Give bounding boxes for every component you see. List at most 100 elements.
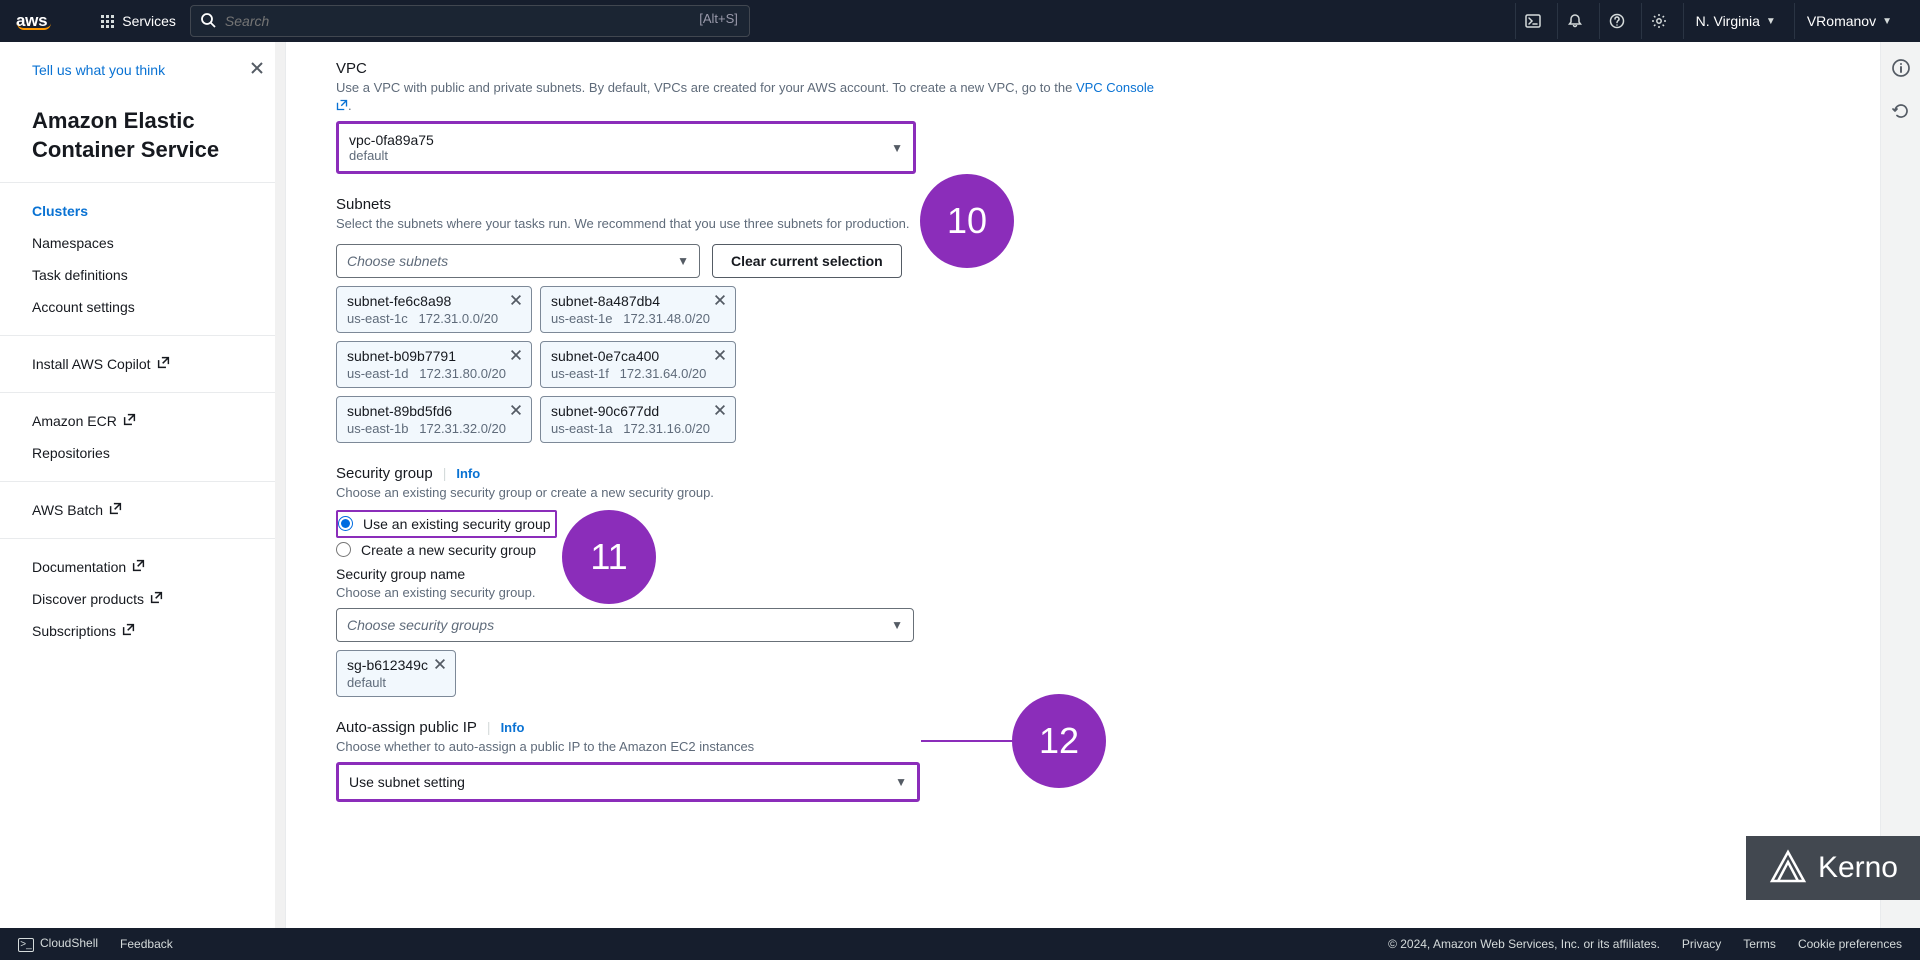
privacy-link[interactable]: Privacy — [1682, 937, 1721, 951]
vpc-select[interactable]: vpc-0fa89a75 default ▼ — [339, 124, 913, 171]
subnet-meta: us-east-1c 172.31.0.0/20 — [347, 311, 521, 326]
services-menu[interactable]: Services — [101, 13, 176, 29]
external-link-icon — [150, 591, 163, 607]
close-icon[interactable] — [249, 60, 265, 79]
chevron-down-icon: ▼ — [1882, 16, 1892, 27]
sg-placeholder: Choose security groups — [347, 617, 494, 633]
region-selector[interactable]: N. Virginia▼ — [1683, 3, 1788, 39]
subnet-id: subnet-0e7ca400 — [551, 348, 725, 364]
bell-icon[interactable] — [1557, 3, 1593, 39]
subnet-token: subnet-90c677ddus-east-1a 172.31.16.0/20 — [540, 396, 736, 443]
nav-label: Account settings — [32, 299, 135, 315]
cloudshell-icon: >_ — [18, 938, 34, 952]
sidebar-item[interactable]: Repositories — [0, 437, 285, 469]
right-tray — [1880, 42, 1920, 928]
subnet-id: subnet-fe6c8a98 — [347, 293, 521, 309]
sidebar-item[interactable]: Documentation — [0, 551, 285, 583]
cookies-link[interactable]: Cookie preferences — [1798, 937, 1902, 951]
remove-subnet-icon[interactable] — [509, 293, 523, 310]
search-icon — [200, 12, 216, 31]
sg-existing-radio[interactable]: Use an existing security group — [338, 512, 551, 536]
vpc-value: vpc-0fa89a75 — [349, 132, 434, 148]
sg-desc: Choose an existing security group or cre… — [336, 484, 1156, 502]
sidebar-item[interactable]: AWS Batch — [0, 494, 285, 526]
chevron-down-icon: ▼ — [677, 254, 689, 268]
sg-info-link[interactable]: Info — [456, 466, 480, 481]
subnets-desc: Select the subnets where your tasks run.… — [336, 215, 1156, 233]
user-menu[interactable]: VRomanov▼ — [1794, 3, 1904, 39]
subnets-label: Subnets — [336, 196, 1156, 213]
nav-label: Amazon ECR — [32, 413, 117, 429]
nav-label: Documentation — [32, 559, 126, 575]
help-icon[interactable] — [1599, 3, 1635, 39]
sg-select[interactable]: Choose security groups ▼ — [336, 608, 914, 642]
terms-link[interactable]: Terms — [1743, 937, 1776, 951]
clear-selection-button[interactable]: Clear current selection — [712, 244, 902, 278]
aws-logo[interactable]: aws — [16, 11, 83, 31]
subnet-id: subnet-89bd5fd6 — [347, 403, 521, 419]
sg-token: sg-b612349c default — [336, 650, 456, 697]
info-icon[interactable] — [1891, 58, 1911, 81]
kerno-brand: Kerno — [1746, 836, 1920, 900]
external-link-icon — [122, 623, 135, 639]
nav-label: AWS Batch — [32, 502, 103, 518]
subnet-id: subnet-8a487db4 — [551, 293, 725, 309]
remove-subnet-icon[interactable] — [713, 403, 727, 420]
external-link-icon — [157, 356, 170, 372]
subnet-placeholder: Choose subnets — [347, 253, 448, 269]
autoip-label: Auto-assign public IP — [336, 719, 477, 736]
nav-label: Install AWS Copilot — [32, 356, 151, 372]
sidebar-item[interactable]: Account settings — [0, 291, 285, 323]
remove-subnet-icon[interactable] — [509, 403, 523, 420]
external-link-icon — [123, 413, 136, 429]
sidebar-item[interactable]: Namespaces — [0, 227, 285, 259]
refresh-icon[interactable] — [1891, 101, 1911, 124]
subnet-id: subnet-90c677dd — [551, 403, 725, 419]
autoip-info-link[interactable]: Info — [501, 720, 525, 735]
cloudshell-icon[interactable] — [1515, 3, 1551, 39]
nav-label: Task definitions — [32, 267, 128, 283]
feedback-link[interactable]: Feedback — [120, 937, 173, 951]
subnet-meta: us-east-1d 172.31.80.0/20 — [347, 366, 521, 381]
sidebar-item[interactable]: Clusters — [0, 195, 285, 227]
services-label: Services — [122, 13, 176, 29]
nav-label: Subscriptions — [32, 623, 116, 639]
remove-subnet-icon[interactable] — [509, 348, 523, 365]
nav-label: Repositories — [32, 445, 110, 461]
nav-label: Discover products — [32, 591, 144, 607]
chevron-down-icon: ▼ — [895, 775, 907, 789]
sidebar-item[interactable]: Amazon ECR — [0, 405, 285, 437]
autoip-select[interactable]: Use subnet setting ▼ — [339, 765, 917, 799]
cloudshell-link[interactable]: >_CloudShell — [18, 936, 98, 952]
vpc-label: VPC — [336, 60, 1156, 77]
subnet-token: subnet-0e7ca400us-east-1f 172.31.64.0/20 — [540, 341, 736, 388]
sg-create-radio[interactable]: Create a new security group — [336, 538, 1156, 562]
sidebar-item[interactable]: Install AWS Copilot — [0, 348, 285, 380]
subnet-token: subnet-89bd5fd6 us-east-1b 172.31.32.0/20 — [336, 396, 532, 443]
remove-subnet-icon[interactable] — [713, 293, 727, 310]
footer: >_CloudShell Feedback © 2024, Amazon Web… — [0, 928, 1920, 960]
remove-subnet-icon[interactable] — [713, 348, 727, 365]
subnet-select[interactable]: Choose subnets ▼ — [336, 244, 700, 278]
subnet-token: subnet-b09b7791 us-east-1d 172.31.80.0/20 — [336, 341, 532, 388]
sidebar-item[interactable]: Subscriptions — [0, 615, 285, 647]
subnet-meta: us-east-1b 172.31.32.0/20 — [347, 421, 521, 436]
feedback-link[interactable]: Tell us what you think — [32, 62, 165, 78]
search-input[interactable] — [190, 5, 750, 37]
tutorial-badge-11: 11 — [562, 510, 656, 604]
copyright-text: © 2024, Amazon Web Services, Inc. or its… — [1388, 937, 1660, 951]
sidebar: Tell us what you think Amazon Elastic Co… — [0, 42, 286, 928]
tutorial-badge-10: 10 — [920, 174, 1014, 268]
sidebar-item[interactable]: Discover products — [0, 583, 285, 615]
sg-name-label: Security group name — [336, 566, 1156, 582]
external-link-icon — [109, 502, 122, 518]
sg-existing-label: Use an existing security group — [363, 516, 551, 532]
gear-icon[interactable] — [1641, 3, 1677, 39]
grid-icon — [101, 15, 114, 28]
sg-name-desc: Choose an existing security group. — [336, 584, 1156, 602]
sidebar-item[interactable]: Task definitions — [0, 259, 285, 291]
vpc-sub: default — [349, 148, 434, 163]
sg-create-label: Create a new security group — [361, 542, 536, 558]
remove-sg-icon[interactable] — [433, 657, 447, 674]
subnet-id: subnet-b09b7791 — [347, 348, 521, 364]
